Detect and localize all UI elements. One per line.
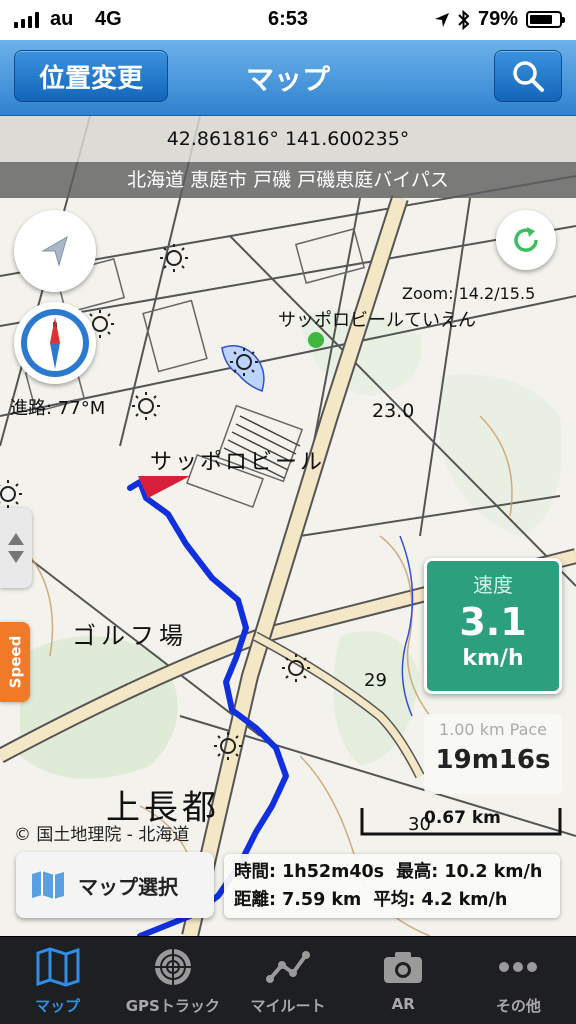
status-right: 79% (434, 8, 565, 31)
app-screen: au 4G 6:53 79% 位置変更 マップ 42.861816° 141.6… (0, 0, 576, 1024)
tab-gps-track-label: GPSトラック (125, 997, 220, 1015)
map-label-elev1: 23.0 (372, 400, 415, 422)
stats-panel: 時間: 1h52m40s 最高: 10.2 km/h 距離: 7.59 km 平… (224, 854, 560, 918)
map-label-golf: ゴルフ場 (72, 622, 188, 650)
refresh-button[interactable] (496, 210, 556, 270)
map-select-label: マップ選択 (78, 874, 178, 899)
pace-value: 19m16s (435, 745, 551, 775)
location-change-button[interactable]: 位置変更 (14, 50, 168, 102)
scroll-updown-tab[interactable] (0, 508, 32, 588)
copyright-label: © 国土地理院 - 北海道 (14, 825, 190, 845)
map-icon (36, 947, 80, 987)
arrow-down-icon (8, 551, 24, 563)
speed-tab-label: Speed (6, 635, 24, 689)
tab-ar[interactable]: AR (346, 937, 461, 1024)
search-button[interactable] (494, 50, 562, 102)
zoom-label: Zoom: 14.2/15.5 (402, 284, 536, 303)
tab-my-route-label: マイルート (250, 997, 326, 1015)
speed-unit: km/h (462, 646, 524, 671)
compass-button[interactable]: N (14, 302, 96, 384)
map-label-elev2: 29 (364, 670, 387, 691)
stat-max: 最高: 10.2 km/h (396, 862, 543, 882)
stat-distance: 距離: 7.59 km (234, 890, 362, 910)
route-icon (266, 951, 310, 983)
stat-avg: 平均: 4.2 km/h (373, 890, 508, 910)
scale-label: 0.67 km (424, 808, 501, 828)
speed-panel[interactable]: 速度 3.1 km/h (424, 558, 562, 694)
tab-ar-label: AR (391, 995, 415, 1013)
heading-label: 進路: 77°M (10, 398, 106, 419)
battery-percent: 79% (477, 8, 518, 30)
navigation-arrow-icon (41, 235, 68, 267)
battery-level (530, 15, 553, 24)
tab-my-route[interactable]: マイルート (230, 937, 345, 1024)
bluetooth-icon (458, 9, 470, 30)
radar-icon (154, 949, 191, 985)
battery-icon (526, 11, 565, 28)
map-icon (32, 871, 64, 899)
location-arrow-icon (434, 12, 449, 27)
refresh-icon (514, 227, 538, 252)
coordinate-readout: 42.861816° 141.600235° (0, 116, 576, 162)
status-bar: au 4G 6:53 79% (0, 0, 576, 40)
pace-panel: 1.00 km Pace 19m16s (424, 714, 562, 794)
search-icon (513, 61, 544, 92)
speed-title: 速度 (473, 573, 513, 597)
map-label-brewery: サッポロビール (150, 450, 326, 475)
arrow-up-icon (8, 533, 24, 545)
tab-map[interactable]: マップ (0, 937, 115, 1024)
map-label-garden: サッポロビールていえん (278, 310, 476, 331)
address-readout: 北海道 恵庭市 戸磯 戸磯恵庭バイパス (0, 162, 576, 198)
speed-value: 3.1 (459, 600, 527, 644)
compass-icon: N (21, 309, 89, 377)
speed-tab[interactable]: Speed (0, 622, 30, 702)
follow-location-button[interactable] (14, 210, 96, 292)
map-view[interactable]: 42.861816° 141.600235° 北海道 恵庭市 戸磯 戸磯恵庭バイ… (0, 116, 576, 936)
tab-map-label: マップ (35, 997, 81, 1015)
tab-more-label: その他 (495, 997, 541, 1015)
tab-more[interactable]: その他 (461, 937, 576, 1024)
stat-time: 時間: 1h52m40s (234, 862, 385, 882)
pace-title: 1.00 km Pace (438, 720, 548, 739)
svg-text:N: N (52, 322, 57, 329)
more-icon (499, 962, 538, 972)
nav-bar: 位置変更 マップ (0, 40, 576, 116)
tab-bar: マップ GPSトラック マイルート AR その他 (0, 936, 576, 1024)
tab-gps-track[interactable]: GPSトラック (115, 937, 230, 1024)
camera-icon (384, 952, 423, 983)
map-select-button[interactable]: マップ選択 (16, 852, 214, 918)
